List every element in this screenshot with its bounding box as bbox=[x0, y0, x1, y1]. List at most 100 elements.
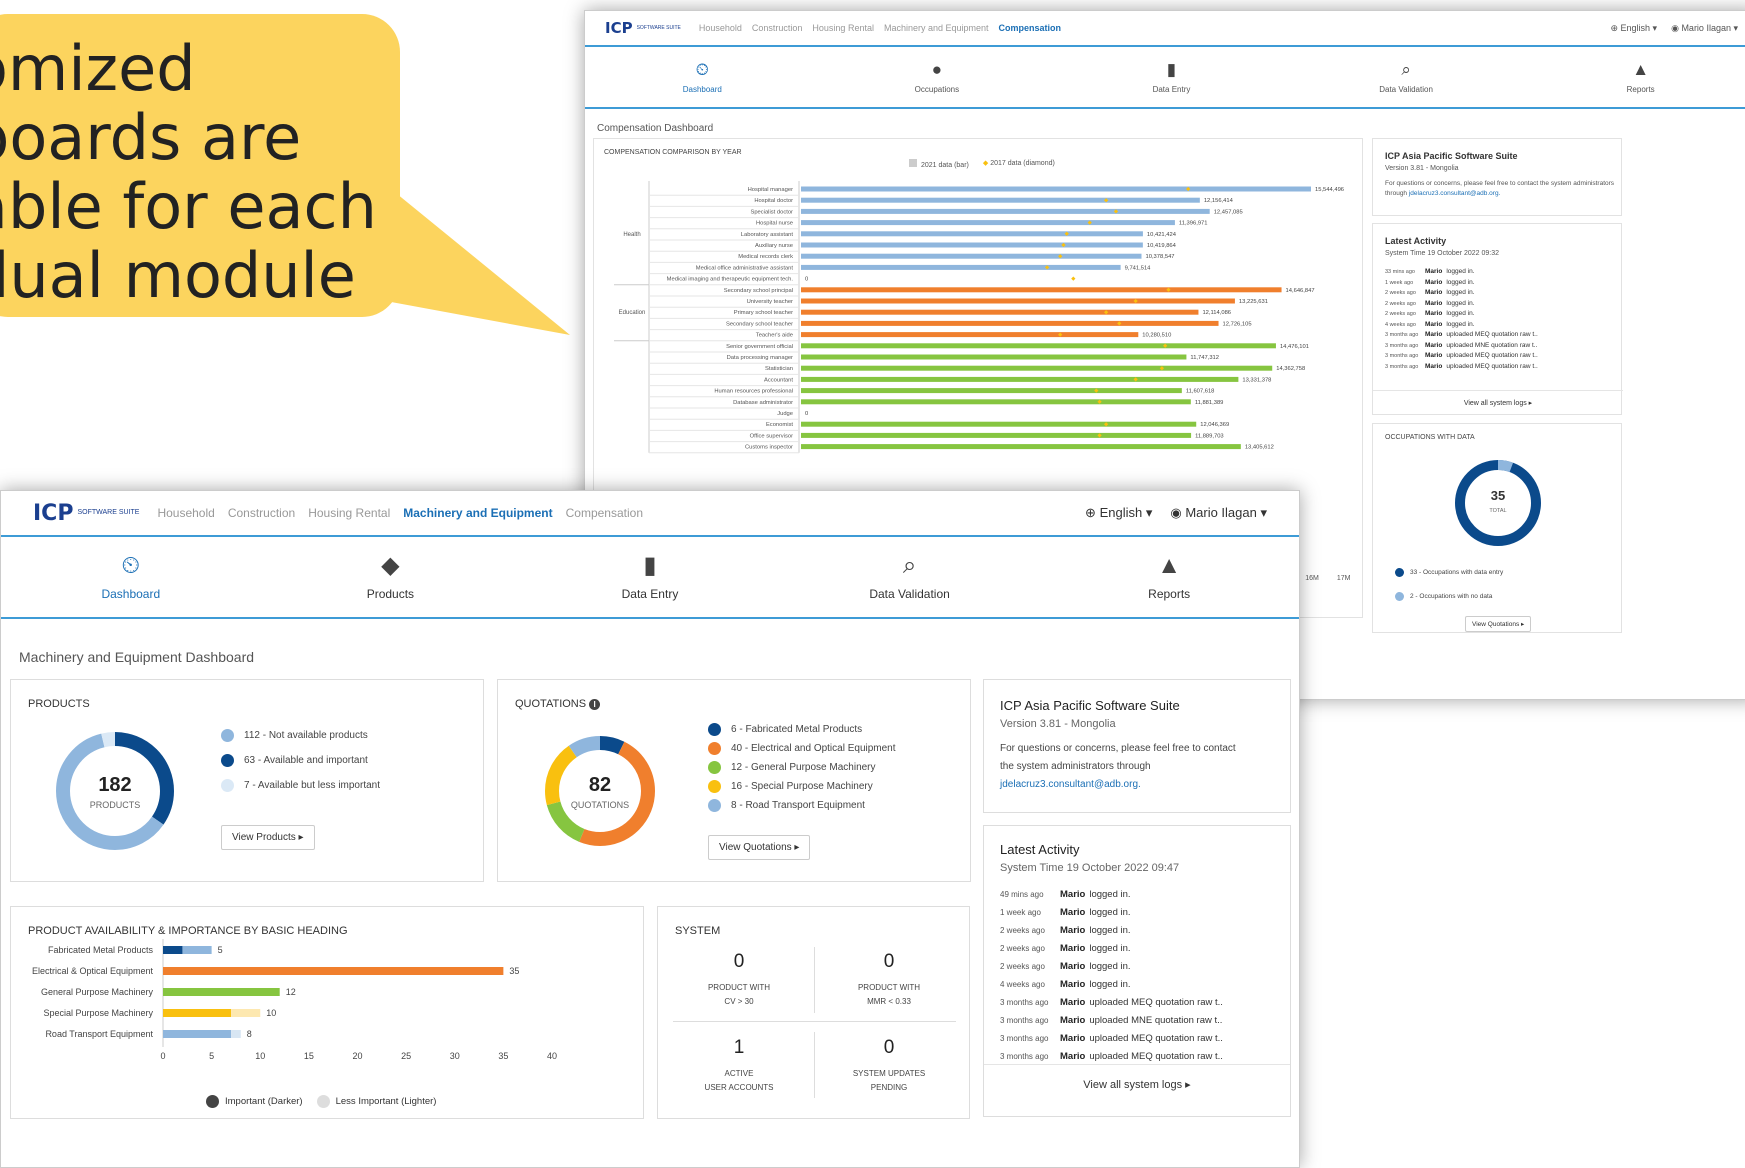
view-logs-link[interactable]: View all system logs ▸ bbox=[1373, 390, 1623, 407]
activity-user: Mario bbox=[1425, 331, 1443, 338]
system-time: System Time 19 October 2022 09:32 bbox=[1385, 250, 1500, 257]
bar-2021[interactable] bbox=[801, 354, 1187, 360]
activity-action: logged in. bbox=[1089, 943, 1131, 954]
user-dropdown[interactable]: ◉ Mario Ilagan ▾ bbox=[1170, 505, 1267, 521]
icp-logo[interactable]: ICP SOFTWARE SUITE bbox=[605, 19, 681, 37]
bar-2021[interactable] bbox=[801, 376, 1239, 382]
bar[interactable] bbox=[163, 988, 280, 996]
bar[interactable] bbox=[163, 1009, 232, 1017]
activity-row: 1 week ago Mario logged in. bbox=[1000, 907, 1285, 918]
nav-link-housing-rental[interactable]: Housing Rental bbox=[308, 506, 390, 520]
bar-2021[interactable] bbox=[801, 365, 1273, 371]
legend-item: 16 - Special Purpose Machinery bbox=[708, 780, 896, 793]
legend-swatch bbox=[708, 799, 721, 812]
group-label: Health bbox=[623, 232, 640, 238]
bar-2021[interactable] bbox=[801, 208, 1210, 214]
bar-2021[interactable] bbox=[801, 432, 1192, 438]
menu-item-dashboard[interactable]: ⏲ Dashboard bbox=[585, 59, 820, 107]
bar[interactable] bbox=[231, 1009, 261, 1017]
nav-link-construction[interactable]: Construction bbox=[752, 23, 803, 33]
products-title: PRODUCTS bbox=[28, 698, 90, 710]
menu-item-occupations[interactable]: ● Occupations bbox=[820, 59, 1055, 107]
nav-link-housing-rental[interactable]: Housing Rental bbox=[812, 23, 874, 33]
bar[interactable] bbox=[182, 946, 212, 954]
bar-2021[interactable] bbox=[801, 320, 1219, 326]
menu-item-data-validation[interactable]: ⌕ Data Validation bbox=[1289, 59, 1524, 107]
info-version: Version 3.81 - Mongolia bbox=[1000, 718, 1116, 730]
language-dropdown[interactable]: ⊕ English ▾ bbox=[1085, 505, 1152, 521]
activity-time: 3 months ago bbox=[1000, 1052, 1049, 1061]
nav-link-compensation[interactable]: Compensation bbox=[566, 506, 643, 520]
language-dropdown[interactable]: ⊕ English ▾ bbox=[1610, 23, 1657, 34]
data-label: 12,457,085 bbox=[1214, 209, 1243, 215]
info-icon[interactable]: i bbox=[589, 699, 601, 710]
menu-item-products[interactable]: ◆ Products bbox=[261, 551, 521, 617]
bar-2021[interactable] bbox=[801, 399, 1191, 405]
activity-action: logged in. bbox=[1446, 320, 1475, 328]
bar-2021[interactable] bbox=[801, 186, 1311, 192]
menu-item-reports[interactable]: ▲ Reports bbox=[1523, 59, 1745, 107]
menu-item-label: Data Entry bbox=[621, 587, 679, 601]
view-quotations-button[interactable]: View Quotations ▸ bbox=[1465, 616, 1532, 632]
activity-action: uploaded MEQ quotation raw t.. bbox=[1446, 331, 1538, 338]
bar-2021[interactable] bbox=[801, 264, 1121, 270]
menu-item-data-entry[interactable]: ▮ Data Entry bbox=[1054, 59, 1289, 107]
data-label: 10,419,864 bbox=[1147, 243, 1177, 249]
button-label: View Quotations bbox=[719, 842, 792, 853]
module-menu: ⏲ Dashboard ● Occupations ▮ Data Entry ⌕ Data V… bbox=[585, 47, 1745, 109]
category-label: Human resources professional bbox=[714, 389, 793, 395]
menu-item-reports[interactable]: ▲ Reports bbox=[1039, 551, 1299, 617]
x-tick-label: 30 bbox=[450, 1051, 460, 1061]
bar-2021[interactable] bbox=[801, 421, 1197, 427]
bar[interactable] bbox=[163, 946, 183, 954]
x-tick-label: 0 bbox=[160, 1051, 165, 1061]
nav-link-machinery-and-equipment[interactable]: Machinery and Equipment bbox=[403, 506, 552, 520]
data-label: 0 bbox=[805, 277, 808, 283]
nav-link-construction[interactable]: Construction bbox=[228, 506, 295, 520]
activity-action: logged in. bbox=[1089, 925, 1131, 936]
activity-action: logged in. bbox=[1446, 289, 1475, 296]
bar[interactable] bbox=[231, 1030, 241, 1038]
user-dropdown[interactable]: ◉ Mario Ilagan ▾ bbox=[1671, 23, 1738, 34]
bar-2021[interactable] bbox=[801, 332, 1139, 338]
bar[interactable] bbox=[163, 967, 504, 975]
data-label: 13,225,631 bbox=[1239, 299, 1268, 305]
category-label: Road Transport Equipment bbox=[45, 1029, 153, 1039]
bar-2021[interactable] bbox=[801, 287, 1282, 293]
bar-2021[interactable] bbox=[801, 298, 1235, 304]
bar-2021[interactable] bbox=[801, 242, 1143, 248]
info-email-link[interactable]: jdelacruz3.consultant@adb.org. bbox=[1000, 776, 1236, 794]
category-label: Hospital nurse bbox=[756, 221, 793, 227]
activity-time: 2 weeks ago bbox=[1385, 300, 1416, 307]
category-label: Secondary school teacher bbox=[726, 321, 793, 327]
icp-logo[interactable]: ICP SOFTWARE SUITE bbox=[33, 501, 139, 526]
bar-2021[interactable] bbox=[801, 253, 1142, 259]
nav-link-household[interactable]: Household bbox=[157, 506, 214, 520]
bar-2021[interactable] bbox=[801, 343, 1276, 349]
bar-2021[interactable] bbox=[801, 197, 1200, 203]
data-label: 5 bbox=[218, 945, 223, 955]
nav-link-compensation[interactable]: Compensation bbox=[999, 23, 1062, 33]
nav-link-household[interactable]: Household bbox=[699, 23, 742, 33]
logo-text: ICP bbox=[605, 19, 633, 37]
data-label: 13,331,378 bbox=[1242, 377, 1271, 383]
occupations-legend-item: 2 - Occupations with no data bbox=[1395, 592, 1492, 601]
nav-link-machinery-and-equipment[interactable]: Machinery and Equipment bbox=[884, 23, 989, 33]
legend-label: 6 - Fabricated Metal Products bbox=[731, 724, 863, 735]
view-quotations-button[interactable]: View Quotations ▸ bbox=[708, 835, 811, 860]
view-logs-link[interactable]: View all system logs ▸ bbox=[984, 1064, 1290, 1091]
menu-item-dashboard[interactable]: ⏲ Dashboard bbox=[1, 551, 261, 617]
data-label: 12 bbox=[286, 987, 296, 997]
activity-action: uploaded MNE quotation raw t.. bbox=[1089, 1015, 1223, 1026]
bar-2021[interactable] bbox=[801, 220, 1175, 226]
bar[interactable] bbox=[163, 1030, 232, 1038]
activity-row: 2 weeks ago Mario logged in. bbox=[1000, 925, 1285, 936]
view-products-button[interactable]: View Products ▸ bbox=[221, 825, 315, 850]
bar-2021[interactable] bbox=[801, 444, 1241, 450]
menu-item-data-entry[interactable]: ▮ Data Entry bbox=[520, 551, 780, 617]
bar-2021[interactable] bbox=[801, 231, 1143, 237]
info-email-link[interactable]: jdelacruz3.consultant@adb.org. bbox=[1409, 190, 1501, 197]
bar-2021[interactable] bbox=[801, 309, 1199, 315]
menu-item-data-validation[interactable]: ⌕ Data Validation bbox=[780, 551, 1040, 617]
bar-2021[interactable] bbox=[801, 388, 1182, 394]
